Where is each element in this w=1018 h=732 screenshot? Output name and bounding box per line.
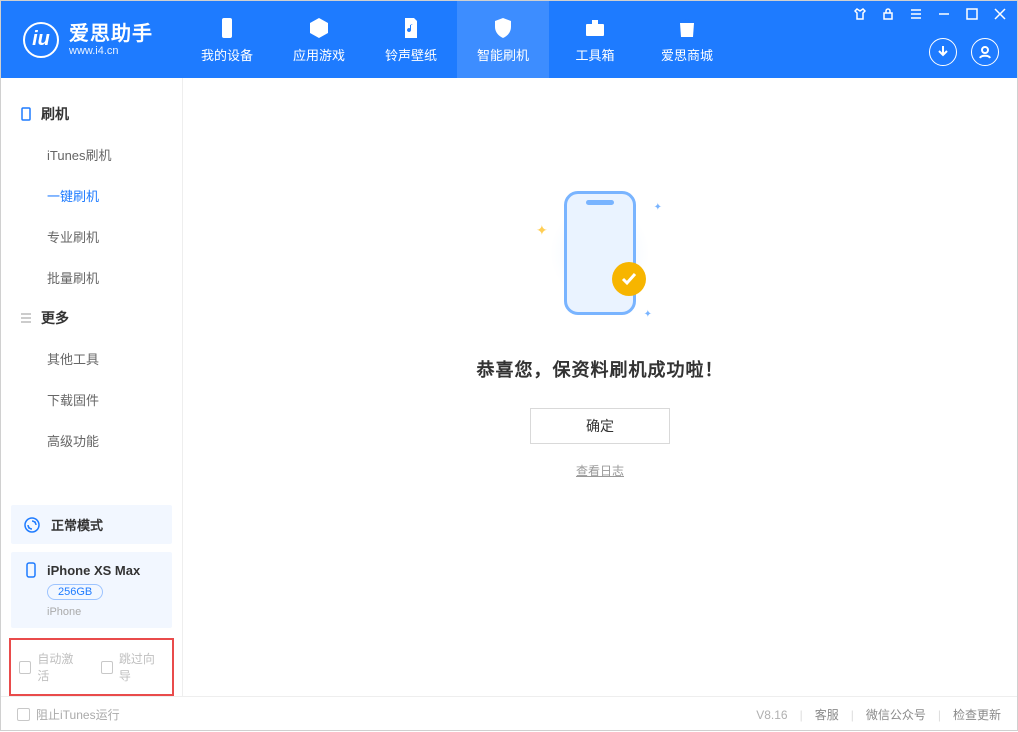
content-area: 刷机 iTunes刷机 一键刷机 专业刷机 批量刷机 更多 其他工具 下载固件 … — [1, 78, 1017, 696]
sidebar-item-oneclick-flash[interactable]: 一键刷机 — [1, 175, 182, 216]
sparkle-icon: ✦ — [536, 222, 548, 239]
music-file-icon — [399, 16, 423, 40]
section-label: 更多 — [41, 308, 69, 328]
tab-toolbox[interactable]: 工具箱 — [549, 1, 641, 78]
app-site: www.i4.cn — [69, 45, 153, 57]
app-logo: iu 爱思助手 www.i4.cn — [1, 1, 171, 78]
phone-illustration-icon — [564, 191, 636, 315]
device-icon — [19, 107, 33, 121]
sidebar-item-download-firmware[interactable]: 下载固件 — [1, 379, 182, 420]
lock-icon[interactable] — [881, 7, 895, 21]
app-title: 爱思助手 — [69, 23, 153, 45]
list-icon — [19, 311, 33, 325]
sidebar-item-batch-flash[interactable]: 批量刷机 — [1, 257, 182, 298]
support-link[interactable]: 客服 — [815, 706, 839, 723]
check-update-link[interactable]: 检查更新 — [953, 706, 1001, 723]
phone-icon — [215, 16, 239, 40]
tab-ringtone-wallpaper[interactable]: 铃声壁纸 — [365, 1, 457, 78]
title-bar: iu 爱思助手 www.i4.cn 我的设备 应用游戏 铃声壁纸 智能刷机 工具… — [1, 1, 1017, 78]
mode-label: 正常模式 — [51, 515, 103, 534]
main-tabs: 我的设备 应用游戏 铃声壁纸 智能刷机 工具箱 爱思商城 — [181, 1, 733, 78]
tab-smart-flash[interactable]: 智能刷机 — [457, 1, 549, 78]
checkbox-label: 阻止iTunes运行 — [36, 706, 120, 723]
header-actions — [929, 38, 999, 66]
cube-icon — [307, 16, 331, 40]
shield-refresh-icon — [491, 16, 515, 40]
device-capacity: 256GB — [47, 584, 103, 600]
checkbox-label: 跳过向导 — [119, 650, 164, 684]
tab-label: 应用游戏 — [293, 45, 345, 64]
phone-small-icon — [23, 562, 39, 578]
tab-my-device[interactable]: 我的设备 — [181, 1, 273, 78]
checkbox-block-itunes[interactable]: 阻止iTunes运行 — [17, 706, 120, 723]
checkbox-label: 自动激活 — [37, 650, 82, 684]
minimize-icon[interactable] — [937, 7, 951, 21]
sparkle-icon: ✦ — [654, 202, 662, 213]
sidebar-item-itunes-flash[interactable]: iTunes刷机 — [1, 134, 182, 175]
checkbox-auto-activate[interactable]: 自动激活 — [19, 650, 83, 684]
tab-label: 工具箱 — [575, 45, 614, 64]
sidebar: 刷机 iTunes刷机 一键刷机 专业刷机 批量刷机 更多 其他工具 下载固件 … — [1, 78, 183, 696]
tab-apps-games[interactable]: 应用游戏 — [273, 1, 365, 78]
refresh-icon — [23, 516, 41, 534]
sidebar-section-flash: 刷机 — [1, 94, 182, 134]
version-label: V8.16 — [756, 708, 787, 722]
sidebar-section-more: 更多 — [1, 298, 182, 338]
status-bar: 阻止iTunes运行 V8.16 | 客服 | 微信公众号 | 检查更新 — [1, 696, 1017, 732]
wechat-link[interactable]: 微信公众号 — [866, 706, 926, 723]
device-type: iPhone — [47, 606, 160, 618]
logo-icon: iu — [23, 22, 59, 58]
tab-label: 铃声壁纸 — [385, 45, 437, 64]
device-name: iPhone XS Max — [47, 563, 140, 578]
menu-icon[interactable] — [909, 7, 923, 21]
check-badge-icon — [612, 262, 646, 296]
section-label: 刷机 — [41, 104, 69, 124]
sidebar-item-other-tools[interactable]: 其他工具 — [1, 338, 182, 379]
mode-card[interactable]: 正常模式 — [11, 505, 172, 544]
close-icon[interactable] — [993, 7, 1007, 21]
success-message: 恭喜您，保资料刷机成功啦！ — [477, 356, 724, 382]
sidebar-item-advanced[interactable]: 高级功能 — [1, 420, 182, 461]
options-highlight: 自动激活 跳过向导 — [9, 638, 174, 696]
sidebar-item-pro-flash[interactable]: 专业刷机 — [1, 216, 182, 257]
success-illustration: ✦ ✦ ✦ — [530, 178, 670, 328]
checkbox-skip-guide[interactable]: 跳过向导 — [101, 650, 165, 684]
main-panel: ✦ ✦ ✦ 恭喜您，保资料刷机成功啦！ 确定 查看日志 — [183, 78, 1017, 696]
window-controls — [853, 7, 1007, 21]
sparkle-icon: ✦ — [644, 309, 652, 320]
user-button[interactable] — [971, 38, 999, 66]
tab-label: 智能刷机 — [477, 45, 529, 64]
tshirt-icon[interactable] — [853, 7, 867, 21]
tab-store[interactable]: 爱思商城 — [641, 1, 733, 78]
device-card[interactable]: iPhone XS Max 256GB iPhone — [11, 552, 172, 628]
tab-label: 爱思商城 — [661, 45, 713, 64]
ok-button[interactable]: 确定 — [530, 408, 670, 444]
toolbox-icon — [583, 16, 607, 40]
maximize-icon[interactable] — [965, 7, 979, 21]
download-button[interactable] — [929, 38, 957, 66]
bag-icon — [675, 16, 699, 40]
view-log-link[interactable]: 查看日志 — [576, 462, 624, 479]
tab-label: 我的设备 — [201, 45, 253, 64]
